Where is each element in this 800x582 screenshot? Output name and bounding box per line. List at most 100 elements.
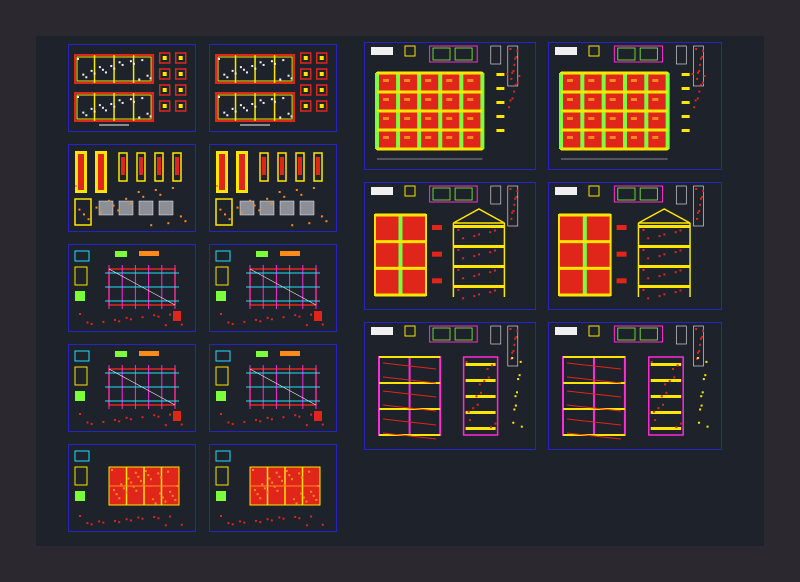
cad-shape (496, 73, 505, 76)
cad-shape (253, 204, 256, 207)
cad-shape (129, 318, 132, 321)
cad-sheet[interactable] (548, 42, 722, 170)
cad-shape (404, 117, 411, 120)
cad-sheet[interactable] (209, 444, 337, 532)
cad-shape (171, 187, 174, 189)
cad-shape (696, 97, 699, 100)
cad-shape (432, 251, 442, 257)
cad-shape (79, 413, 81, 415)
cad-shape (561, 71, 668, 75)
cad-shape (300, 476, 303, 479)
cad-shape (425, 98, 432, 101)
cad-shape (617, 47, 636, 61)
cad-shape (672, 368, 675, 370)
cad-shape (90, 322, 93, 325)
sheet-drawing (215, 151, 328, 227)
cad-shape (705, 360, 708, 363)
cad-shape (491, 364, 494, 367)
cad-shape (139, 351, 159, 356)
cad-shape (675, 426, 678, 429)
cad-shape (650, 395, 682, 398)
cad-shape (294, 414, 297, 417)
cad-shape (425, 117, 432, 120)
cad-shape (129, 202, 132, 205)
cad-sheet[interactable] (364, 182, 536, 310)
cad-shape (616, 251, 627, 257)
cad-shape (251, 103, 254, 106)
cad-shape (300, 492, 303, 495)
cad-shape (129, 98, 132, 101)
cad-shape (270, 60, 273, 63)
cad-shape (266, 197, 269, 200)
cad-shape (294, 516, 297, 518)
cad-shape (317, 484, 320, 487)
cad-shape (561, 90, 668, 94)
cad-shape (310, 413, 313, 416)
cad-shape (273, 62, 276, 65)
cad-shape (663, 253, 666, 256)
cad-shape (377, 71, 483, 75)
cad-shape (462, 237, 465, 240)
cad-shape (234, 72, 237, 75)
cad-shape (142, 195, 145, 198)
cad-shape (157, 315, 160, 318)
cad-shape (276, 489, 279, 492)
cad-shape (487, 376, 490, 379)
cad-shape (82, 213, 85, 216)
cad-shape (658, 235, 661, 238)
cad-sheet[interactable] (548, 322, 722, 450)
cad-shape (630, 117, 637, 120)
cad-shape (236, 206, 239, 209)
cad-shape (141, 316, 144, 319)
cad-shape (298, 157, 302, 175)
cad-shape (559, 240, 611, 244)
cad-sheet[interactable] (209, 344, 337, 432)
cad-shape (308, 222, 311, 225)
cad-sheet[interactable] (68, 444, 196, 532)
cad-shape (137, 475, 140, 478)
cad-sheet[interactable] (68, 144, 196, 232)
cad-sheet[interactable] (68, 344, 196, 432)
cad-shape (520, 425, 523, 428)
cad-shape (472, 407, 475, 410)
cad-shape (493, 229, 496, 232)
cad-shape (319, 88, 324, 92)
cad-shape (98, 66, 101, 69)
cad-shape (588, 79, 595, 82)
cad-shape (507, 45, 519, 87)
cad-sheet[interactable] (68, 44, 196, 132)
cad-shape (294, 314, 297, 317)
sheet-drawing (371, 185, 519, 300)
cad-shape (139, 157, 143, 175)
cad-shape (121, 101, 124, 104)
cad-shape (171, 494, 174, 497)
cad-shape (149, 478, 152, 481)
cad-shape (141, 59, 144, 62)
cad-sheet[interactable] (364, 322, 536, 450)
cad-shape (111, 469, 113, 471)
drawing-canvas[interactable] (36, 36, 764, 546)
cad-sheet[interactable] (209, 244, 337, 332)
cad-shape (507, 185, 519, 227)
cad-shape (567, 79, 573, 82)
cad-shape (630, 79, 637, 82)
cad-sheet[interactable] (209, 44, 337, 132)
cad-shape (561, 147, 668, 151)
cad-shape (266, 316, 269, 319)
cad-sheet[interactable] (68, 244, 196, 332)
cad-shape (290, 77, 293, 80)
cad-shape (234, 110, 237, 113)
cad-shape (178, 88, 183, 92)
cad-shape (310, 515, 313, 518)
cad-shape (513, 90, 516, 93)
cad-shape (674, 251, 677, 254)
cad-shape (132, 100, 135, 103)
cad-sheet[interactable] (209, 144, 337, 232)
cad-shape (510, 217, 513, 220)
cad-shape (259, 61, 262, 64)
cad-sheet[interactable] (548, 182, 722, 310)
cad-shape (153, 516, 156, 518)
cad-shape (74, 250, 90, 262)
cad-sheet[interactable] (364, 42, 536, 170)
cad-shape (511, 211, 514, 214)
